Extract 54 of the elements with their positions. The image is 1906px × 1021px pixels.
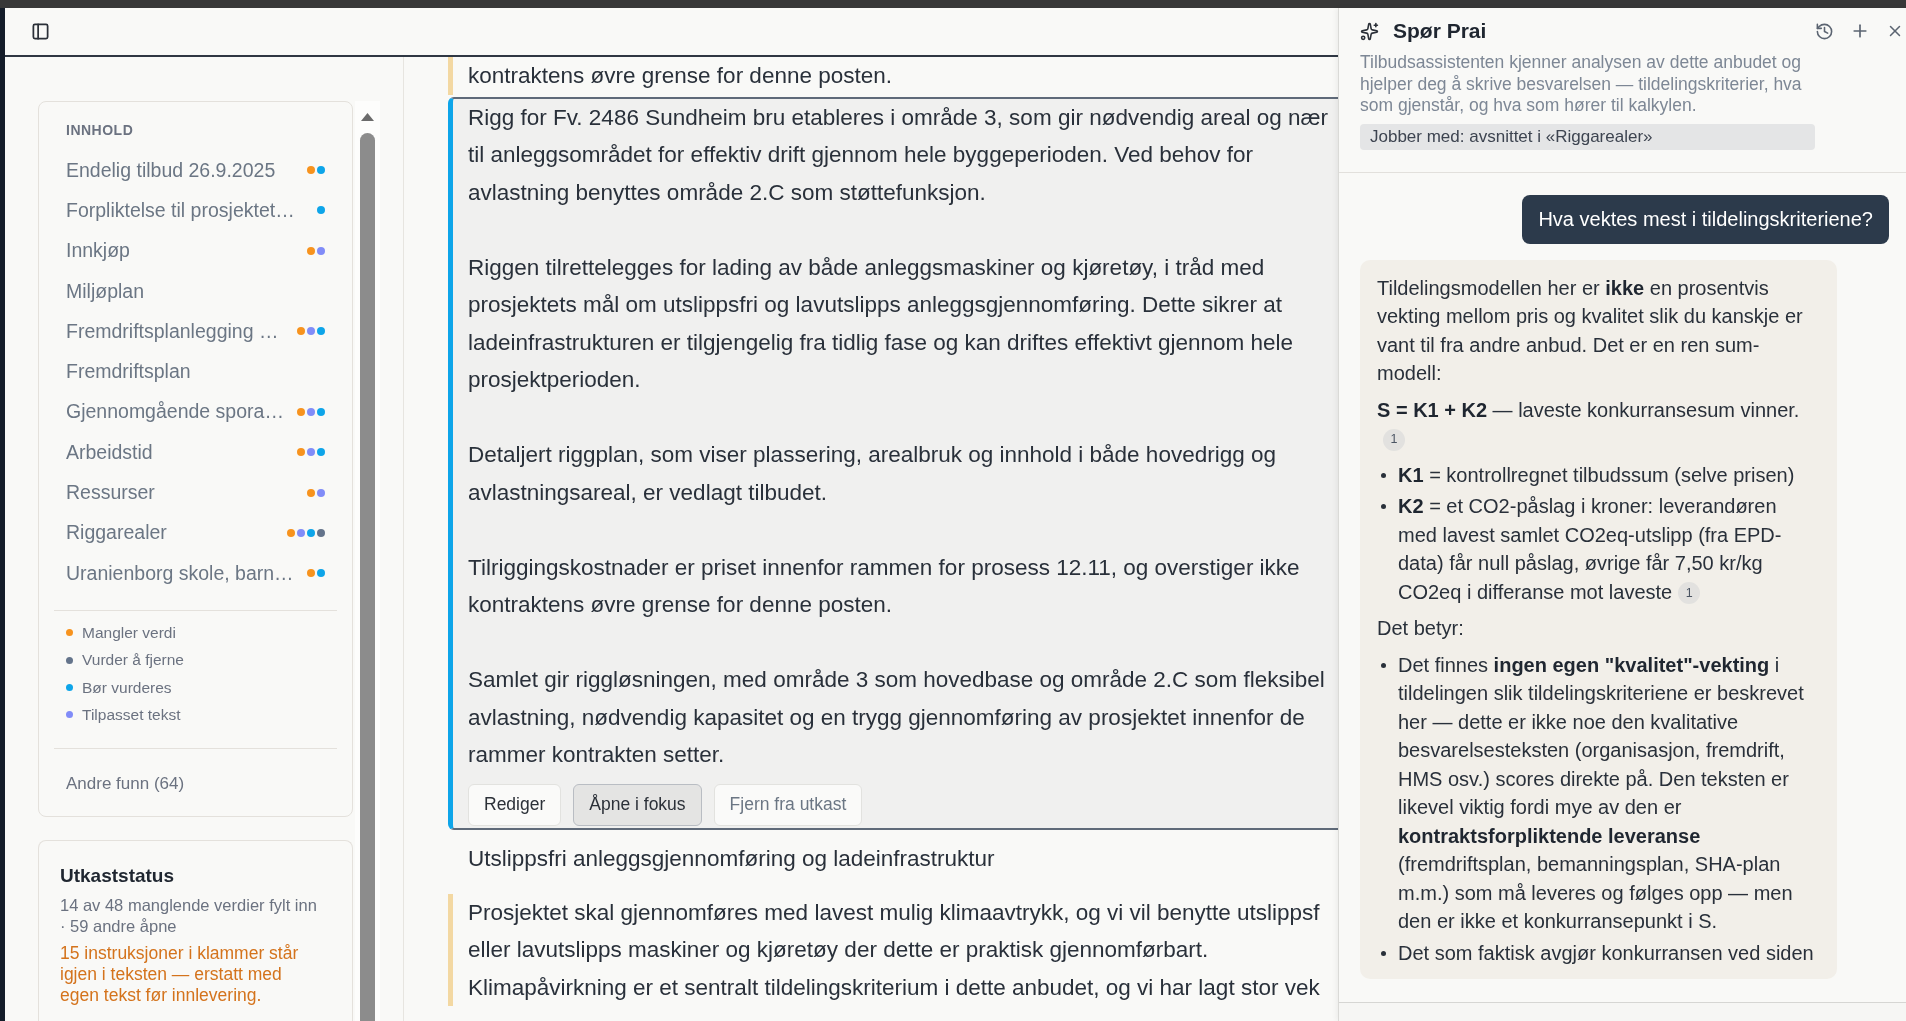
- nav-item[interactable]: Innkjøp: [54, 230, 337, 271]
- section-heading: Utslippsfri anleggsgjennomføring og ladeinfrastruktur: [467, 844, 995, 873]
- nav-item[interactable]: Miljøplan: [54, 270, 337, 312]
- bullet-icon: [1381, 662, 1386, 668]
- nav-item[interactable]: Fremdriftsplan: [54, 351, 337, 392]
- action-button[interactable]: Åpne i fokus: [573, 783, 702, 826]
- section-label: INNHOLD: [66, 122, 134, 138]
- card-title: Utkaststatus: [60, 865, 176, 888]
- action-button[interactable]: Rediger: [468, 783, 562, 826]
- nav-item[interactable]: Ressurser: [54, 472, 337, 513]
- status-summary: 14 av 48 manglende verdier fylt inn · 59 andre åpne: [60, 895, 318, 938]
- action-button[interactable]: Fjern fra utkast: [713, 783, 863, 826]
- citation-marker[interactable]: 1: [1383, 428, 1405, 451]
- list-item-text: Det som faktisk avgjør konkurransen ved siden: [1398, 940, 1814, 966]
- paragraph: Prosjektet skal gjennomføres med lavest mulig klimaavtrykk, og vi vil benytte utslippsf eller lavutslipps maskiner og kjøretøy der dette er praktisk gjennomførbart. Klimapåvirkning er et sentralt tildelingskriterium i dette anbudet, og vi har lagt stor vek: [468, 898, 1320, 1002]
- nav-item[interactable]: Arbeidstid: [54, 432, 337, 473]
- scrollbar-thumb[interactable]: [360, 133, 375, 1021]
- nav-item[interactable]: Fremdriftsplanlegging …: [54, 311, 337, 352]
- list-item-text: Det finnes ingen egen "kvalitet"-vekting i tildelingen slik tildelingskriteriene er beskrevet her — dette er ikke noe den kvalitative besvarelsesteksten (organisasjon, fremdrift, HMS osv.) scores direkte på. Den teksten er likevel viktig fordi mye av den er kontraktsforpliktende leveranse (fremdriftsplan, bemanningsplan, SHA-plan m.m.) som må leveres og følges opp — men den er ikke et konkurransepunkt i S.: [1398, 652, 1805, 934]
- list-item-text: K2 = et CO2-påslag i kroner: leverandøren med lavest samlet CO2eq-utslipp (fra EPD-data) får null påslag, øvrige får 7,50 kr/kg CO2eq i differanse mot laveste 1: [1398, 494, 1783, 606]
- bullet-icon: [1381, 504, 1386, 509]
- paragraph: Riggen tilrettelegges for lading av både anleggsmaskiner og kjøretøy, i tråd med prosjektets mål om utslippsfri og lavutslipps anleggsgjennomføring. Dette sikrer at ladeinfrastrukturen er tilgjengelig fra tidlig fase og kan driftes effektivt gjennom hele prosjektperioden.: [468, 253, 1294, 394]
- panel-title: Spør Prai: [1393, 20, 1487, 42]
- sidebar-toggle-icon[interactable]: [31, 22, 50, 41]
- panel-description: Tilbudsassistenten kjenner analysen av dette anbudet og hjelper deg å skrive besvarelsen — tildelingskriterier, hva som gjenstår, og hva som hører til kalkylen.: [1360, 52, 1803, 117]
- sparkle-icon: [1360, 21, 1379, 41]
- legend-label: Vurder å fjerne: [82, 651, 184, 670]
- message-text: Tildelingsmodellen her er ikke en prosentvis vekting mellom pris og kvalitet slik du kanskje er vant til fra andre anbud. Det er en ren sum-modell:: [1377, 275, 1804, 386]
- message-text: Det betyr:: [1377, 616, 1464, 641]
- citation-marker[interactable]: 1: [1678, 582, 1701, 605]
- text-block[interactable]: [448, 96, 1338, 830]
- paragraph: Samlet gir riggløsningen, med område 3 som hovedbase og område 2.C som fleksibel avlastning, nødvendig kapasitet og en trygg gjennomføring av prosjektet innenfor de rammer kontrakten setter.: [468, 666, 1325, 769]
- legend-label: Tilpasset tekst: [82, 705, 181, 724]
- paragraph: Tilriggingskostnader er priset innenfor rammen for prosess 12.11, og overstiger ikke kontraktens øvre grense for denne posten.: [468, 553, 1300, 619]
- status-warning: 15 instruksjoner i klammer står igjen i teksten — erstatt med egen tekst før innlevering.: [60, 943, 300, 1007]
- list-item-text: K1 = kontrollregnet tilbudssum (selve prisen): [1398, 462, 1795, 488]
- bullet-icon: [1381, 950, 1386, 956]
- nav-item[interactable]: Riggarealer: [54, 512, 337, 553]
- paragraph: Detaljert riggplan, som viser plassering, arealbruk og innhold i både hovedrigg og avlastningsareal, er vedlagt tilbudet.: [468, 441, 1276, 507]
- message-text: S = K1 + K2 — laveste konkurransesum vinner. 1: [1377, 395, 1820, 453]
- paragraph: kontraktens øvre grense for denne posten.: [468, 62, 892, 90]
- history-icon[interactable]: [1815, 21, 1834, 41]
- nav-item[interactable]: Endelig tilbud 26.9.2025: [54, 150, 337, 191]
- legend-label: Bør vurderes: [82, 678, 172, 697]
- nav-item[interactable]: Gjennomgående spora…: [54, 391, 337, 433]
- nav-item[interactable]: Uranienborg skole, barn…: [54, 552, 337, 594]
- user-message: Hva vektes mest i tildelingskriteriene?: [1522, 194, 1889, 244]
- other-findings-link[interactable]: Andre funn (64): [66, 772, 185, 797]
- paragraph: Rigg for Fv. 2486 Sundheim bru etableres i område 3, som gir nødvendig areal og nær til anleggsområdet for effektiv drift gjennom hele byggeperioden. Ved behov for avlastning benyttes område 2.C som støttefunksjon.: [468, 103, 1329, 207]
- bullet-icon: [1381, 472, 1386, 478]
- scroll-up-icon[interactable]: [361, 113, 374, 121]
- nav-item[interactable]: Forpliktelse til prosjektet…: [54, 190, 337, 231]
- legend-label: Mangler verdi: [82, 623, 176, 642]
- context-chip: Jobber med: avsnittet i «Riggarealer»: [1360, 123, 1815, 150]
